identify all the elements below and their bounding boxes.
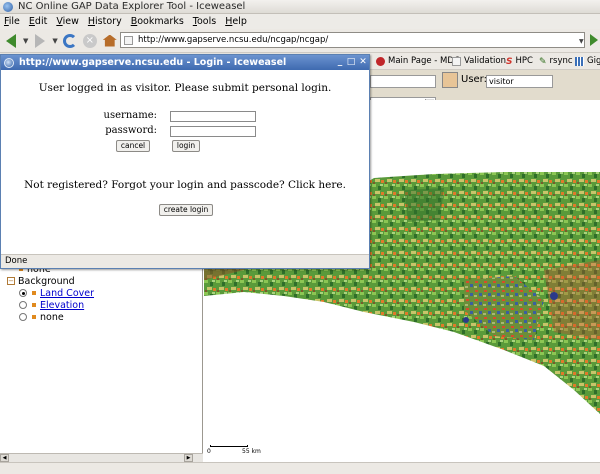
- tree-item-none[interactable]: none: [19, 311, 94, 323]
- menu-help[interactable]: Help: [225, 16, 247, 27]
- menu-view[interactable]: View: [56, 16, 79, 27]
- login-message: User logged in as visitor. Please submit…: [38, 82, 332, 94]
- page-favicon-icon: [124, 35, 133, 45]
- minimize-icon[interactable]: _: [335, 57, 345, 67]
- land-cover-link[interactable]: Land Cover: [40, 288, 94, 299]
- user-field[interactable]: visitor: [486, 75, 553, 88]
- username-input[interactable]: [170, 111, 256, 122]
- forward-arrow-icon: [35, 33, 46, 48]
- menu-file[interactable]: File: [4, 16, 20, 27]
- page-icon: [452, 56, 461, 66]
- reload-icon: [62, 33, 77, 48]
- popup-title: http://www.gapserve.ncsu.edu - Login - I…: [19, 57, 287, 68]
- url-history-dropdown-icon[interactable]: ▼: [579, 38, 584, 45]
- back-button[interactable]: [3, 33, 19, 49]
- navigation-toolbar: ▼ ▼ × http://www.gapserve.ncsu.edu/ncgap…: [0, 29, 600, 53]
- horizontal-scrollbar[interactable]: ◀ ▶: [0, 453, 203, 462]
- login-popup-window: http://www.gapserve.ncsu.edu - Login - I…: [0, 54, 370, 269]
- scale-line: [210, 445, 248, 447]
- mdc-icon: [376, 56, 385, 66]
- reload-button[interactable]: [62, 33, 78, 49]
- login-button[interactable]: login: [172, 140, 200, 152]
- menu-edit[interactable]: Edit: [29, 16, 47, 27]
- maximize-icon[interactable]: □: [346, 57, 356, 67]
- password-label: password:: [105, 125, 157, 136]
- popup-titlebar: http://www.gapserve.ncsu.edu - Login - I…: [1, 55, 369, 70]
- tree-item-elevation[interactable]: Elevation: [19, 299, 94, 311]
- land-cover-radio[interactable]: [19, 289, 27, 297]
- close-icon[interactable]: ✕: [358, 57, 368, 67]
- bookmark-giga[interactable]: Giga: [575, 56, 600, 66]
- scale-zero: 0: [207, 448, 211, 455]
- forward-button[interactable]: [32, 33, 48, 49]
- cancel-button[interactable]: cancel: [116, 140, 150, 152]
- go-button[interactable]: [590, 34, 598, 46]
- layer-bullet-icon: [32, 303, 36, 307]
- create-login-button[interactable]: create login: [159, 204, 213, 216]
- url-text: http://www.gapserve.ncsu.edu/ncgap/ncgap…: [138, 35, 329, 45]
- status-bar: [0, 462, 600, 474]
- back-dropdown-icon[interactable]: ▼: [23, 37, 28, 45]
- bookmark-rsync[interactable]: ✎ rsync: [539, 56, 573, 67]
- popup-body: User logged in as visitor. Please submit…: [1, 70, 369, 254]
- menu-bar: File Edit View History Bookmarks Tools H…: [0, 14, 600, 29]
- scale-km: 55 km: [242, 448, 261, 455]
- menu-bookmarks[interactable]: Bookmarks: [131, 16, 184, 27]
- back-arrow-icon: [6, 33, 16, 48]
- home-icon: [102, 34, 117, 47]
- stop-icon: ×: [82, 33, 97, 48]
- url-bar[interactable]: http://www.gapserve.ncsu.edu/ncgap/ncgap…: [120, 32, 585, 48]
- forward-dropdown-icon[interactable]: ▼: [52, 37, 57, 45]
- popup-status: Done: [1, 254, 369, 268]
- password-input[interactable]: [170, 126, 256, 137]
- menu-tools[interactable]: Tools: [193, 16, 216, 27]
- layer-tree: none − Background Land Cover Elevation n…: [7, 263, 94, 323]
- bookmark-hpc[interactable]: S HPC: [506, 56, 533, 67]
- background-label: Background: [18, 275, 75, 287]
- register-notice[interactable]: Not registered? Forgot your login and pa…: [1, 179, 369, 191]
- window-title: NC Online GAP Data Explorer Tool - Icewe…: [18, 1, 246, 12]
- none-radio[interactable]: [19, 313, 27, 321]
- elevation-radio[interactable]: [19, 301, 27, 309]
- search-input[interactable]: [370, 75, 436, 88]
- scroll-left-icon[interactable]: ◀: [0, 454, 9, 462]
- user-icon[interactable]: [442, 72, 458, 88]
- elevation-link[interactable]: Elevation: [40, 300, 84, 311]
- stop-button[interactable]: ×: [82, 33, 98, 49]
- home-button[interactable]: [102, 33, 118, 49]
- window-titlebar: NC Online GAP Data Explorer Tool - Icewe…: [0, 0, 600, 14]
- user-label: User:: [461, 74, 487, 85]
- hpc-icon: S: [506, 56, 513, 67]
- iceweasel-icon: [3, 1, 13, 12]
- tree-group-background[interactable]: − Background: [7, 275, 94, 287]
- menu-history[interactable]: History: [88, 16, 122, 27]
- collapse-icon[interactable]: −: [7, 277, 15, 285]
- iceweasel-icon: [4, 57, 14, 68]
- bookmark-main-page-mdc[interactable]: Main Page - MDC: [376, 56, 460, 66]
- grid-icon: [575, 56, 584, 66]
- bookmark-validation[interactable]: Validation: [452, 56, 506, 66]
- scroll-right-icon[interactable]: ▶: [184, 454, 193, 462]
- app-toolbar: User: visitor ▼: [370, 70, 600, 109]
- layer-bullet-icon: [32, 315, 36, 319]
- username-label: username:: [103, 110, 157, 121]
- layer-bullet-icon: [32, 291, 36, 295]
- tree-item-land-cover[interactable]: Land Cover: [19, 287, 94, 299]
- rsync-icon: ✎: [539, 56, 547, 67]
